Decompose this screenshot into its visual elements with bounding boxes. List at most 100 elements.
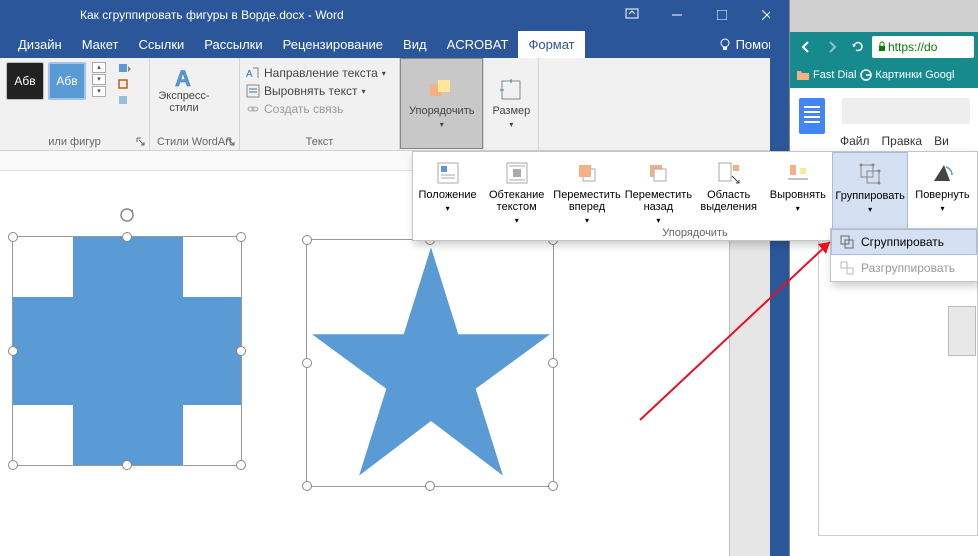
resize-handle-se[interactable] (236, 460, 246, 470)
align-text-button[interactable]: Выровнять текст ▾ (246, 84, 393, 98)
ribbon-options-icon[interactable] (609, 0, 654, 30)
tab-format[interactable]: Формат (518, 31, 584, 58)
docs-menu-file[interactable]: Файл (836, 132, 874, 150)
rotate-label: Повернуть (915, 189, 969, 201)
tab-mailings[interactable]: Рассылки (194, 31, 272, 58)
wrap-icon (504, 160, 530, 186)
position-icon (435, 160, 461, 186)
group-arrange-wrapper: Упорядочить ▾ (400, 58, 484, 150)
resize-handle-e[interactable] (548, 358, 558, 368)
forward-button[interactable] (820, 35, 844, 59)
resize-handle-w[interactable] (8, 346, 18, 356)
back-button[interactable] (794, 35, 818, 59)
title-bar: Как сгруппировать фигуры в Ворде.docx - … (0, 0, 789, 30)
cross-shape[interactable] (13, 297, 241, 405)
shape-styles-label: или фигур (0, 136, 149, 148)
style-thumb-blue[interactable]: Абв (48, 62, 86, 100)
resize-handle-nw[interactable] (8, 232, 18, 242)
tab-review[interactable]: Рецензирование (273, 31, 393, 58)
chrome-toolbar: https://do (790, 32, 978, 62)
address-bar[interactable]: https://do (872, 36, 974, 58)
resize-handle-e[interactable] (236, 346, 246, 356)
arrange-button[interactable]: Упорядочить ▾ (400, 58, 483, 149)
tab-view[interactable]: Вид (393, 31, 437, 58)
size-button[interactable]: Размер ▾ (484, 58, 538, 149)
resize-handle-w[interactable] (302, 358, 312, 368)
maximize-button[interactable] (699, 0, 744, 30)
lightbulb-icon (718, 38, 732, 52)
align-text-label: Выровнять текст (264, 84, 357, 98)
gallery-more-arrows[interactable]: ▴▾▾ (92, 62, 106, 97)
group-label: Группировать (835, 190, 905, 202)
resize-handle-s[interactable] (425, 481, 435, 491)
group-action-label: Сгруппировать (861, 235, 944, 249)
document-right-edge (770, 0, 789, 556)
tab-design[interactable]: Дизайн (8, 31, 72, 58)
tab-references[interactable]: Ссылки (129, 31, 195, 58)
bookmarks-bar: Fast Dial Картинки Googl (790, 62, 978, 88)
ribbon-tabs: Дизайн Макет Ссылки Рассылки Рецензирова… (0, 30, 789, 58)
align-text-icon (246, 84, 260, 98)
send-backward-icon (645, 160, 671, 186)
resize-handle-n[interactable] (122, 232, 132, 242)
ribbon: Абв Абв ▴▾▾ или фигур A Экспресс- стили … (0, 58, 789, 151)
shape-style-gallery[interactable]: Абв Абв ▴▾▾ (6, 62, 143, 108)
bookmark-fastdial[interactable]: Fast Dial (796, 69, 856, 81)
group-shape-styles: Абв Абв ▴▾▾ или фигур (0, 58, 150, 150)
cross-shape-selection[interactable] (12, 236, 242, 466)
size-icon (499, 78, 523, 102)
selection-label: Область выделения (700, 189, 757, 213)
lock-icon (876, 41, 888, 53)
bookmark-label: Картинки Googl (875, 69, 954, 81)
docs-title-field[interactable] (842, 98, 970, 124)
star-shape-selection[interactable] (306, 239, 554, 487)
resize-handle-se[interactable] (548, 481, 558, 491)
resize-handle-sw[interactable] (8, 460, 18, 470)
style-thumb-dark[interactable]: Абв (6, 62, 44, 100)
text-direction-icon: A (246, 66, 260, 80)
docs-thumbnail (948, 306, 976, 356)
arrange-icon (428, 78, 456, 102)
link-icon (246, 102, 260, 116)
reload-button[interactable] (846, 35, 870, 59)
group-action-icon (839, 234, 855, 250)
bookmark-google-images[interactable]: Картинки Googl (860, 69, 954, 81)
bring-forward-icon (574, 160, 600, 186)
resize-handle-ne[interactable] (236, 232, 246, 242)
shape-fill-outline-effects (116, 62, 134, 108)
google-g-icon (860, 69, 872, 81)
backward-label: Переместить назад (625, 189, 692, 213)
text-label: Текст (240, 136, 399, 148)
tab-layout[interactable]: Макет (72, 31, 129, 58)
ungroup-action-icon (839, 260, 855, 276)
rotate-handle[interactable] (119, 207, 135, 223)
window-controls (609, 0, 789, 30)
arrange-label: Упорядочить (409, 105, 474, 117)
shape-outline-icon[interactable] (116, 78, 134, 92)
bookmark-label: Fast Dial (813, 69, 856, 81)
star-shape[interactable] (307, 240, 555, 488)
docs-menu-view[interactable]: Ви (930, 132, 953, 150)
tab-acrobat[interactable]: ACROBAT (437, 31, 519, 58)
dialog-launcher-icon[interactable] (226, 137, 236, 147)
resize-handle-s[interactable] (122, 460, 132, 470)
docs-logo-icon[interactable] (799, 98, 825, 134)
docs-menu-edit[interactable]: Правка (878, 132, 927, 150)
shape-fill-icon[interactable] (116, 62, 134, 76)
resize-handle-sw[interactable] (302, 481, 312, 491)
group-size-wrapper: Размер ▾ (484, 58, 539, 150)
minimize-button[interactable] (654, 0, 699, 30)
group-action-item[interactable]: Сгруппировать (831, 229, 977, 255)
dialog-launcher-icon[interactable] (136, 137, 146, 147)
wrap-label: Обтекание текстом (489, 189, 544, 213)
shape-effects-icon[interactable] (116, 94, 134, 108)
word-app-window: Как сгруппировать фигуры в Ворде.docx - … (0, 0, 789, 556)
window-title: Как сгруппировать фигуры в Ворде.docx - … (80, 8, 344, 22)
svg-text:A: A (175, 66, 191, 90)
wordart-quick-styles-button[interactable]: A Экспресс- стили (156, 62, 212, 118)
folder-icon (796, 69, 810, 81)
text-direction-button[interactable]: A Направление текста ▾ (246, 66, 393, 80)
resize-handle-nw[interactable] (302, 235, 312, 245)
wordart-btn-label: Экспресс- стили (158, 90, 209, 114)
chrome-tab-strip[interactable] (790, 0, 978, 32)
